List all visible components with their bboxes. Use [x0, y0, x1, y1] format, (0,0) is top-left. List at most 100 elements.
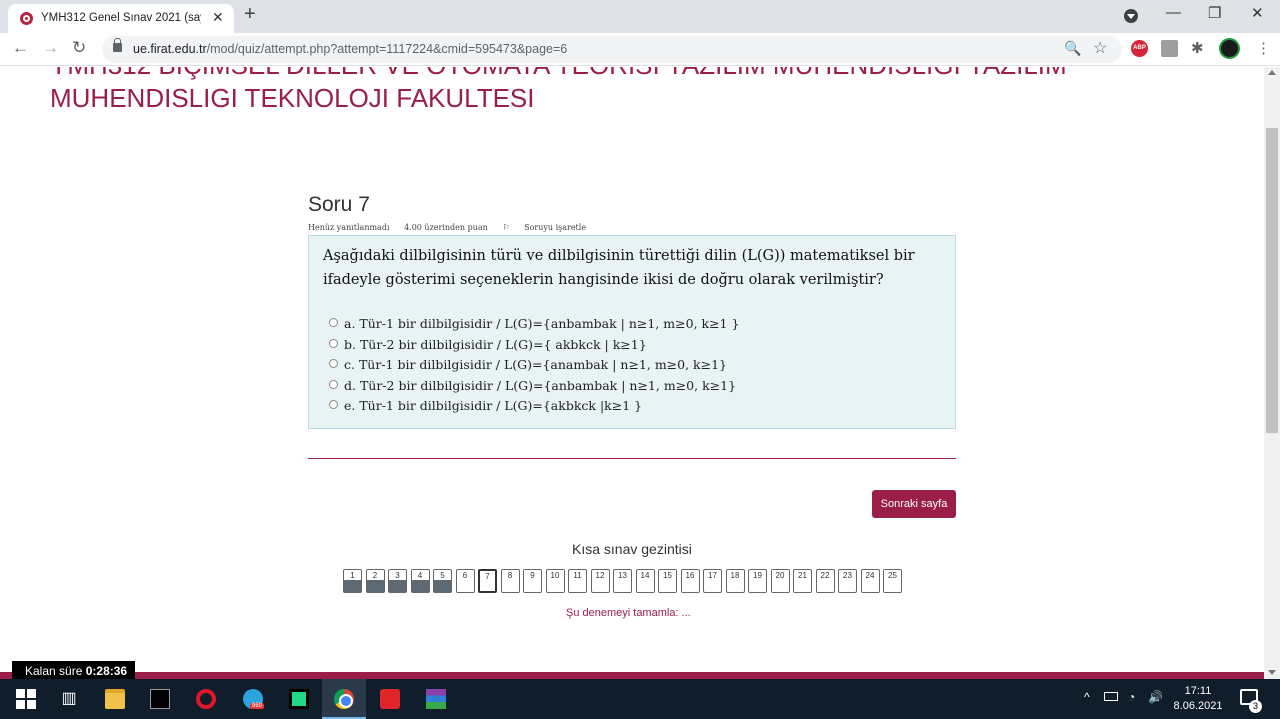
extensions-puzzle-icon[interactable]: ✱ — [1191, 40, 1208, 57]
quiz-nav-number: 5 — [440, 571, 445, 580]
quiz-nav-button[interactable]: 2 — [365, 569, 385, 593]
quiz-nav-button[interactable]: 19 — [748, 569, 767, 593]
quiz-nav-button[interactable]: 22 — [815, 569, 835, 593]
quiz-nav-button[interactable]: 16 — [680, 569, 700, 593]
answer-option-a[interactable]: a. Tür-1 bir dilbilgisidir / L(G)={anbam… — [329, 316, 739, 331]
answer-option-b[interactable]: b. Tür-2 bir dilbilgisidir / L(G)={ akbk… — [329, 337, 647, 352]
answered-indicator — [434, 580, 451, 592]
wifi-icon[interactable]: ◔ — [1128, 690, 1135, 704]
bookmark-star-icon[interactable]: ☆ — [1093, 38, 1107, 58]
address-bar[interactable]: ue.firat.edu.tr/mod/quiz/attempt.php?att… — [102, 36, 1122, 63]
question-status: Henüz yanıtlanmadı — [308, 223, 390, 232]
scrollbar-thumb[interactable] — [1266, 128, 1278, 433]
quiz-nav-number: 19 — [753, 571, 762, 580]
answered-indicator — [344, 580, 361, 592]
new-tab-button[interactable]: + — [244, 3, 256, 26]
tab-close-icon[interactable]: ✕ — [212, 9, 224, 26]
course-title: YMH312 BİÇİMSEL DİLLER VE OTOMATA TEORİS… — [50, 67, 1067, 113]
radio-button[interactable] — [329, 400, 338, 409]
quiz-nav-button[interactable]: 25 — [883, 569, 902, 593]
quiz-nav-number: 12 — [595, 571, 605, 580]
quiz-nav-number: 11 — [573, 571, 582, 580]
adblock-extension-icon[interactable]: ABP — [1131, 40, 1148, 57]
restore-button[interactable]: ❐ — [1208, 4, 1221, 22]
window-close-button[interactable]: ✕ — [1251, 4, 1264, 22]
quiz-nav-button[interactable]: 21 — [793, 569, 812, 593]
quiz-nav-button[interactable]: 17 — [703, 569, 722, 593]
scroll-up-arrow-icon[interactable] — [1268, 70, 1276, 75]
telegram-badge: 969 — [250, 703, 265, 709]
terminal-icon[interactable] — [150, 689, 170, 709]
radio-button[interactable] — [329, 359, 338, 368]
quiz-nav-number: 24 — [865, 571, 875, 580]
next-page-button[interactable]: Sonraki sayfa — [872, 490, 956, 518]
quiz-nav-button[interactable]: 8 — [500, 569, 520, 593]
quiz-nav-button[interactable]: 10 — [545, 569, 565, 593]
quiz-nav-number: 1 — [350, 571, 355, 580]
radio-button[interactable] — [329, 380, 338, 389]
chrome-icon[interactable] — [334, 689, 354, 709]
quiz-nav-button[interactable]: 3 — [388, 569, 407, 593]
answer-option-d[interactable]: d. Tür-2 bir dilbilgisidir / L(G)={anbam… — [329, 378, 736, 393]
quiz-nav-button[interactable]: 7 — [478, 569, 497, 593]
quiz-nav-button[interactable]: 11 — [568, 569, 587, 593]
divider — [308, 458, 956, 459]
quiz-nav-number: 7 — [485, 572, 490, 581]
taskbar-clock[interactable]: 17:11 8.06.2021 — [1172, 684, 1224, 714]
tray-expand-icon[interactable]: ^ — [1084, 690, 1090, 704]
tab-search-icon[interactable] — [1124, 9, 1138, 23]
browser-tab[interactable]: YMH312 Genel Sınav 2021 (sayfa ✕ — [8, 4, 234, 33]
radio-button[interactable] — [329, 339, 338, 348]
quiz-nav-button[interactable]: 4 — [410, 569, 430, 593]
back-button[interactable]: ← — [12, 38, 29, 58]
minimize-button[interactable]: — — [1166, 4, 1181, 21]
tab-strip: YMH312 Genel Sınav 2021 (sayfa ✕ + — ❐ ✕ — [0, 0, 1280, 33]
task-view-icon[interactable]: ▥ — [59, 689, 79, 709]
quiz-nav-button[interactable]: 1 — [343, 569, 362, 593]
radio-button[interactable] — [329, 318, 338, 327]
quiz-nav-number: 15 — [663, 571, 672, 580]
windows-start-icon[interactable] — [16, 689, 36, 709]
quiz-nav-button[interactable]: 13 — [613, 569, 632, 593]
answered-indicator — [366, 580, 384, 592]
browser-menu-icon[interactable]: ⋮ — [1256, 39, 1271, 57]
quiz-nav-number: 25 — [888, 571, 897, 580]
pycharm-icon[interactable] — [289, 689, 309, 709]
quiz-nav-number: 10 — [550, 571, 560, 580]
quiz-nav-number: 18 — [730, 571, 740, 580]
quiz-nav-button[interactable]: 24 — [860, 569, 880, 593]
flag-question-link[interactable]: ⚐ Soruyu işaretle — [502, 223, 598, 232]
quiz-nav-number: 14 — [640, 571, 650, 580]
quiz-nav-button[interactable]: 9 — [523, 569, 542, 593]
zoom-icon[interactable]: 🔍 — [1064, 40, 1081, 57]
volume-icon[interactable]: 🔊 — [1148, 690, 1163, 704]
quiz-nav-button[interactable]: 23 — [838, 569, 857, 593]
file-explorer-icon[interactable] — [105, 689, 125, 709]
finish-attempt-link[interactable]: Şu denemeyi tamamla: ... — [566, 607, 691, 619]
quiz-nav-number: 21 — [798, 571, 807, 580]
quiz-nav-button[interactable]: 5 — [433, 569, 452, 593]
quiz-nav-button[interactable]: 20 — [770, 569, 790, 593]
quiz-nav-number: 22 — [820, 571, 830, 580]
battery-icon[interactable] — [1104, 692, 1118, 701]
browser-toolbar: ← → ↻ ue.firat.edu.tr/mod/quiz/attempt.p… — [0, 33, 1280, 66]
acrobat-icon[interactable] — [380, 689, 400, 709]
quiz-nav-button[interactable]: 15 — [658, 569, 677, 593]
quiz-nav-button[interactable]: 6 — [455, 569, 475, 593]
opera-icon[interactable] — [196, 689, 216, 709]
extension-icon[interactable] — [1161, 40, 1178, 57]
quiz-nav-number: 2 — [372, 571, 378, 580]
quiz-nav-button[interactable]: 14 — [635, 569, 655, 593]
quiz-nav-button[interactable]: 12 — [590, 569, 610, 593]
winrar-icon[interactable] — [426, 689, 446, 709]
footer-bar — [0, 672, 1264, 679]
answer-option-e[interactable]: e. Tür-1 bir dilbilgisidir / L(G)={akbkc… — [329, 398, 642, 413]
reload-button[interactable]: ↻ — [72, 38, 86, 58]
question-points: 4.00 üzerinden puan — [404, 223, 488, 232]
profile-avatar[interactable] — [1219, 38, 1240, 59]
lock-icon[interactable] — [113, 38, 122, 52]
forward-button[interactable]: → — [42, 38, 59, 58]
answer-option-c[interactable]: c. Tür-1 bir dilbilgisidir / L(G)={anamb… — [329, 357, 727, 372]
quiz-nav-button[interactable]: 18 — [725, 569, 745, 593]
scroll-down-arrow-icon[interactable] — [1268, 670, 1276, 675]
